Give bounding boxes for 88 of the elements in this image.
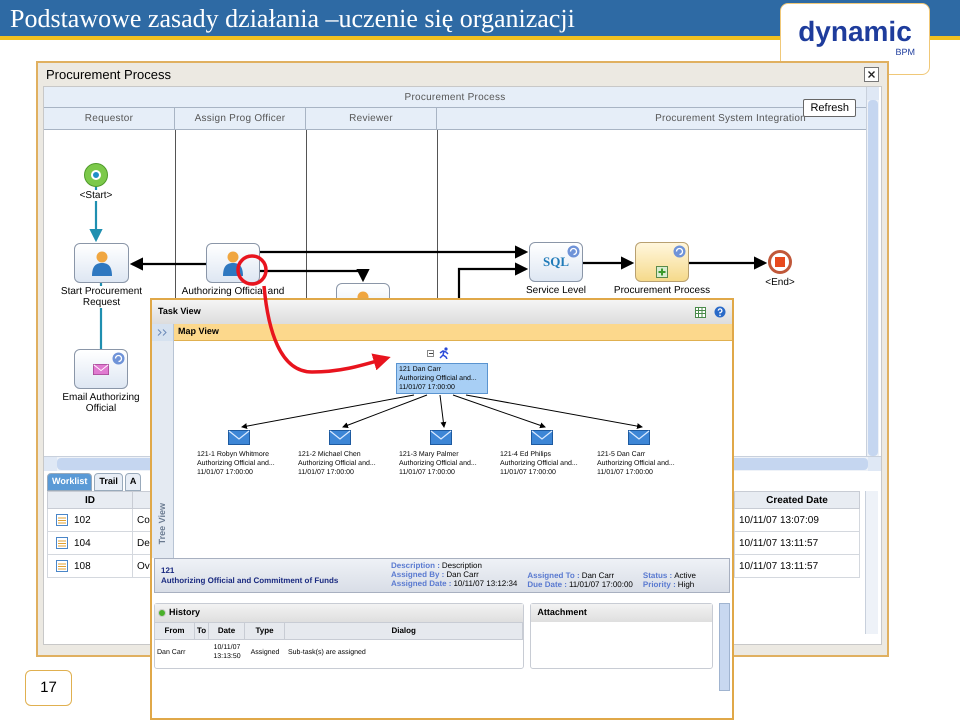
vertical-scrollbar[interactable] [719,603,730,691]
field-label: Assigned To : [527,571,580,580]
plus-icon [656,266,668,278]
connector-arrow [440,394,446,428]
help-icon[interactable] [714,306,726,318]
page-number: 17 [25,670,72,706]
logo-subtext: BPM [895,47,915,60]
highlight-circle [236,254,268,286]
table-cell-text: Co [137,514,150,528]
tree-view-tab[interactable]: Tree View [156,502,170,544]
column-header: ID [48,492,133,508]
expand-button[interactable] [152,324,173,341]
sync-icon [567,245,580,258]
column-header: Dialog [285,623,524,639]
end-event-icon[interactable] [768,250,792,274]
email-task-node[interactable] [74,349,128,389]
envelope-icon [430,430,452,445]
column-header: Type [245,623,285,639]
table-cell-text: 10/11/07 13:11:57 [739,560,818,574]
user-task-node[interactable] [206,243,260,283]
table-cell-text: 102 [74,514,91,528]
envelope-icon [93,364,109,374]
field-label: Assigned Date : [391,579,452,588]
table-cell-text: Ov [137,560,150,574]
node-label: Procurement Process [614,285,710,296]
person-icon [90,250,114,276]
field-value: Dan Carr [446,570,479,579]
user-task-node[interactable] [74,243,129,283]
list-icon [56,560,68,572]
sync-icon [112,352,125,365]
database-task-node[interactable]: SQL [529,242,583,282]
column-header: From [155,623,195,639]
field-value: High [678,580,694,589]
logo-text: dynamic [798,18,912,46]
lane-header: Assign Prog Officer [175,108,306,129]
envelope-icon [329,430,351,445]
running-person-icon [438,347,450,359]
table-cell-text: 104 [74,536,91,550]
envelope-icon [228,430,250,445]
window-title: Task View [158,305,201,318]
sync-icon [673,245,686,258]
field-label: Status : [642,571,672,580]
table-cell-text: 10/11/07 13:07:09 [739,514,819,528]
field-label: Due Date : [527,580,567,589]
column-header: Created Date [765,494,829,508]
list-icon [56,537,68,549]
node-label: Service Level [526,285,586,296]
start-event-icon[interactable] [84,163,108,187]
connector-arrow [583,256,634,270]
slide-title: Podstawowe zasady działania –uczenie się organizacji [10,2,575,35]
refresh-button[interactable]: Refresh [803,99,856,117]
task-id: 121 [161,566,176,576]
table-cell-text: 10/11/07 13:11:57 [739,536,818,550]
envelope-icon [531,430,553,445]
field-label: Assigned By : [391,570,444,579]
lane-header: Requestor [44,108,175,129]
worklist-tab[interactable]: A [124,473,142,491]
vertical-scrollbar[interactable] [866,87,879,456]
table-cell-text: 108 [74,560,91,574]
column-header: To [195,623,209,639]
table-cell-text: De [137,536,150,550]
envelope-icon [628,430,650,445]
person-icon [221,250,245,276]
panel-title: Attachment [537,606,587,620]
task-name: Authorizing Official and Commitment of Funds [161,576,340,586]
panel-title: History [169,606,200,620]
close-button[interactable] [864,67,879,82]
field-value: 10/11/07 13:12:34 [453,579,518,588]
worklist-tab[interactable]: Trail [94,473,123,491]
lane-header: Reviewer [306,108,437,129]
column-header: Date [209,623,245,639]
map-view-header: Map View [174,324,732,341]
field-value: Dan Carr [582,571,614,580]
field-value: 11/01/07 17:00:00 [568,580,633,589]
field-value: Active [674,571,696,580]
vertical-scrollbar[interactable] [865,491,878,634]
node-label: <End> [765,277,795,288]
window-title: Procurement Process [46,66,171,84]
table-icon[interactable] [695,306,706,318]
field-value: Description [442,561,482,570]
field-label: Description : [391,561,440,570]
collapse-icon[interactable] [427,350,434,356]
close-icon [868,71,875,78]
node-label: <Start> [80,190,112,201]
double-chevron-icon [157,329,168,336]
field-label: Priority : [642,580,676,589]
list-icon [56,514,68,526]
subprocess-node[interactable] [635,242,689,282]
